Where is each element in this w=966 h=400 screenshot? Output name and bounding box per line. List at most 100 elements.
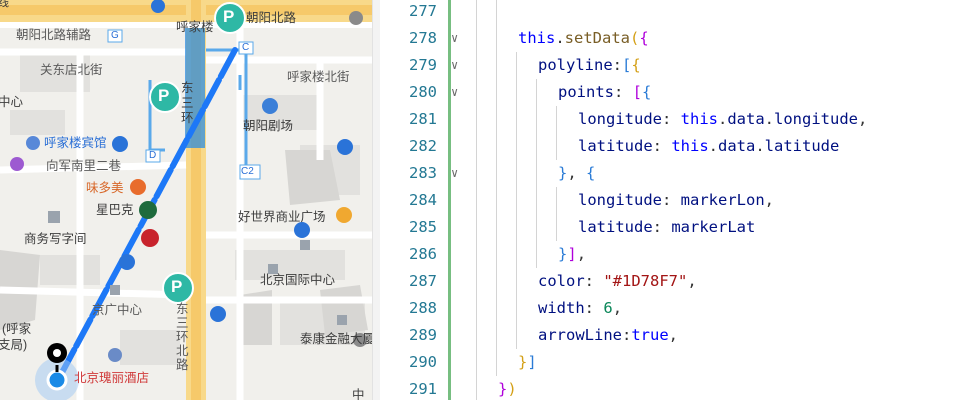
code-token: setData: [564, 29, 630, 47]
code-text: color: "#1D78F7",: [538, 268, 697, 295]
indent-guide: [516, 79, 517, 106]
indent-guide: [476, 214, 477, 241]
code-text: latitude: markerLat: [578, 214, 755, 241]
map-label-hujia-branch-1: (呼家: [2, 322, 32, 336]
code-token: .: [718, 110, 728, 128]
code-token: :: [662, 110, 681, 128]
indent-guide: [496, 295, 497, 322]
indent-guide: [496, 322, 497, 349]
code-line[interactable]: 287 color: "#1D78F7",: [380, 268, 966, 295]
code-token: ,: [764, 191, 775, 209]
code-token: }: [498, 380, 508, 398]
code-token: .: [764, 110, 775, 128]
code-token: data: [727, 110, 765, 128]
indent-guide: [476, 52, 477, 79]
code-line[interactable]: 284 longitude: markerLon,: [380, 187, 966, 214]
line-number: 288: [409, 299, 437, 317]
code-token: ,: [567, 164, 587, 182]
indent-guide: [496, 0, 497, 25]
code-line[interactable]: 279 ∨ polyline:[{: [380, 52, 966, 79]
code-token: :: [584, 272, 604, 290]
indent-guide: [516, 160, 517, 187]
code-line[interactable]: 286}],: [380, 241, 966, 268]
indent-guide: [496, 268, 497, 295]
line-number: 284: [409, 191, 437, 209]
parking-marker-2[interactable]: P: [158, 87, 169, 104]
indent-guide: [496, 160, 497, 187]
map-label-beijing-intl-center: 北京国际中心: [260, 273, 336, 287]
fold-chevron-icon[interactable]: ∨: [451, 160, 465, 187]
line-number: 281: [409, 110, 437, 128]
code-text: }],: [558, 241, 586, 268]
code-token: data: [718, 137, 756, 155]
indent-guide: [556, 214, 557, 241]
line-number: 282: [409, 137, 437, 155]
fold-chevron-icon[interactable]: ∨: [451, 79, 465, 106]
map-label-weiduomei: 味多美: [86, 181, 124, 195]
indent-guide: [496, 187, 497, 214]
code-token: this: [671, 137, 709, 155]
map-label-east3rd-north-1: 东: [176, 302, 189, 316]
map-label-hujialou-north-street: 呼家楼北街: [287, 70, 350, 84]
code-line[interactable]: 289 arrowLine:true,: [380, 322, 966, 349]
code-line[interactable]: 291}): [380, 376, 966, 400]
code-token: {: [631, 56, 641, 74]
indent-guide: [516, 268, 517, 295]
map-label-shangwu: 商务写字间: [24, 232, 87, 246]
code-text: longitude: markerLon,: [578, 187, 774, 214]
line-number: 280: [409, 83, 437, 101]
code-text: }]: [518, 349, 537, 376]
code-token: markerLat: [671, 218, 756, 236]
code-token: [: [632, 83, 643, 101]
code-line[interactable]: 280 ∨ points: [{: [380, 79, 966, 106]
indent-guide: [496, 349, 497, 376]
fold-chevron-icon[interactable]: ∨: [451, 25, 465, 52]
code-line[interactable]: 278 ∨ this.setData({: [380, 25, 966, 52]
code-token: :: [662, 191, 681, 209]
indent-guide: [496, 214, 497, 241]
map-label-east-ring-1: 东: [181, 81, 194, 95]
indent-guide: [516, 133, 517, 160]
indent-guide: [496, 25, 497, 52]
code-token: longitude: [578, 191, 662, 209]
code-token: ]: [527, 353, 537, 371]
code-line[interactable]: 288 width: 6,: [380, 295, 966, 322]
code-token: ,: [576, 245, 587, 263]
code-line[interactable]: 285 latitude: markerLat: [380, 214, 966, 241]
code-token: ,: [612, 299, 623, 317]
map-view[interactable]: 线 朝阳北路 呼家楼 朝阳北路辅路 关东店北街 中心 呼家楼北街 东 三 环 朝…: [0, 0, 372, 400]
code-line[interactable]: 281 longitude: this.data.longitude,: [380, 106, 966, 133]
subway-exit-d: D: [149, 150, 157, 161]
code-line[interactable]: 283 ∨}, {: [380, 160, 966, 187]
code-token: "#1D78F7": [603, 272, 688, 290]
code-text: polyline:[{: [538, 52, 641, 79]
indent-guide: [536, 187, 537, 214]
indent-guide: [536, 79, 537, 106]
parking-marker-1[interactable]: P: [223, 8, 234, 25]
map-label-east-ring-2: 三: [181, 96, 194, 110]
code-line[interactable]: 277: [380, 0, 966, 25]
code-token: ,: [668, 326, 679, 344]
map-label-chaoyang-north-road: 朝阳北路: [246, 11, 297, 25]
line-number: 286: [409, 245, 437, 263]
code-editor[interactable]: 277 278 ∨ this.setData({279 ∨ polyline:[{280 ∨…: [380, 0, 966, 400]
indent-guide: [556, 133, 557, 160]
code-text: arrowLine:true,: [538, 322, 678, 349]
indent-guide: [556, 106, 557, 133]
fold-chevron-icon[interactable]: ∨: [451, 52, 465, 79]
indent-guide: [516, 214, 517, 241]
line-number: 285: [409, 218, 437, 236]
indent-guide: [476, 0, 477, 25]
map-label-east3rd-north-4: 北: [176, 344, 189, 358]
indent-guide: [516, 106, 517, 133]
code-token: this: [518, 29, 556, 47]
code-line[interactable]: 282 latitude: this.data.latitude: [380, 133, 966, 160]
code-line[interactable]: 290}]: [380, 349, 966, 376]
parking-marker-3[interactable]: P: [171, 278, 182, 295]
line-number: 287: [409, 272, 437, 290]
indent-guide: [536, 241, 537, 268]
code-token: }: [558, 245, 568, 263]
indent-guide: [476, 160, 477, 187]
code-token: ): [507, 380, 517, 398]
subway-exit-c2: C2: [241, 166, 254, 177]
